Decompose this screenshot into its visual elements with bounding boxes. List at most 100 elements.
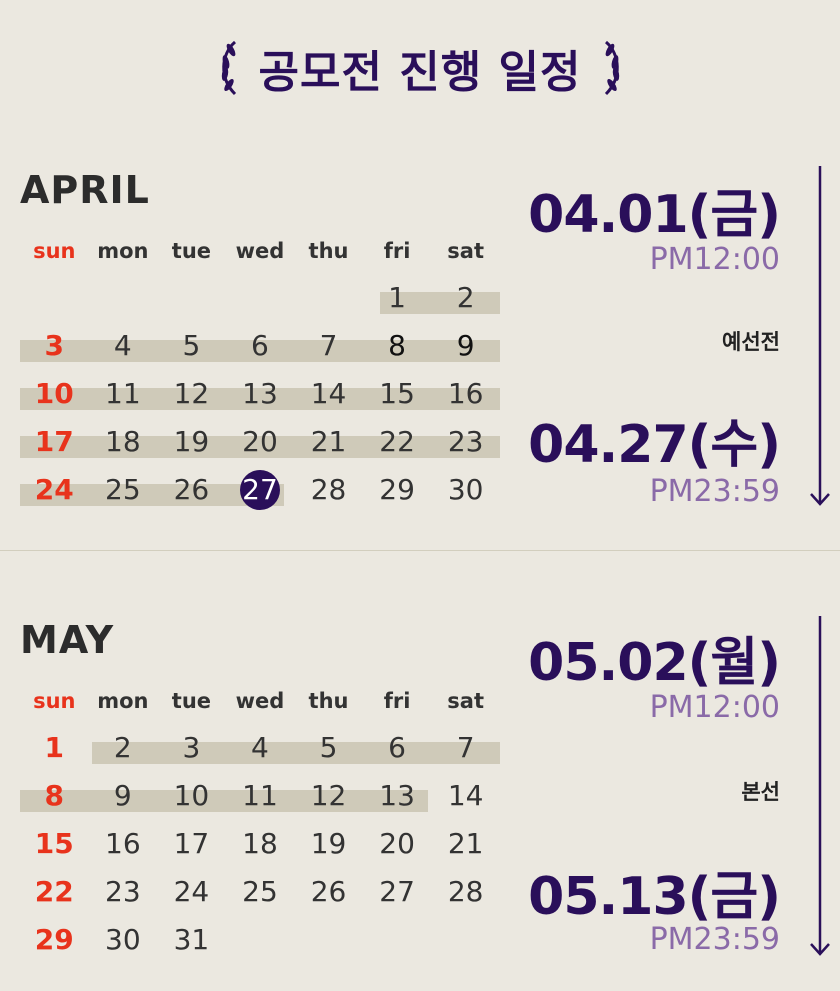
- day-cell[interactable]: 10: [20, 374, 89, 414]
- calendar-april: sun mon tue wed thu fri sat 1 2 3 4 5 6 …: [20, 228, 500, 514]
- day-cell[interactable]: 24: [20, 470, 89, 510]
- day-cell[interactable]: 20: [226, 422, 295, 462]
- day-cell[interactable]: 19: [157, 422, 226, 462]
- day-cell[interactable]: [157, 278, 226, 318]
- weekday-mon: mon: [97, 689, 149, 713]
- day-cell[interactable]: 29: [20, 920, 89, 960]
- day-cell[interactable]: 6: [226, 326, 295, 366]
- day-cell[interactable]: 13: [226, 374, 295, 414]
- day-cell: [431, 920, 500, 960]
- calendar-week: 15 16 17 18 19 20 21: [20, 820, 500, 868]
- day-cell[interactable]: 28: [294, 470, 363, 510]
- day-cell[interactable]: 19: [294, 824, 363, 864]
- day-cell[interactable]: 17: [157, 824, 226, 864]
- day-cell[interactable]: [294, 278, 363, 318]
- day-cell[interactable]: 20: [363, 824, 432, 864]
- day-cell[interactable]: 21: [431, 824, 500, 864]
- day-cell[interactable]: 8: [363, 326, 432, 366]
- day-cell[interactable]: 17: [20, 422, 89, 462]
- deadline-marker: 27: [239, 470, 280, 510]
- day-cell[interactable]: 21: [294, 422, 363, 462]
- calendar-week: 17 18 19 20 21 22 23: [20, 418, 500, 466]
- calendar-week: 22 23 24 25 26 27 28: [20, 868, 500, 916]
- day-cell[interactable]: 25: [89, 470, 158, 510]
- day-cell[interactable]: 18: [226, 824, 295, 864]
- calendar-may: sun mon tue wed thu fri sat 1 2 3 4 5 6 …: [20, 678, 500, 964]
- calendar-week: 24 25 26 27 28 29 30: [20, 466, 500, 514]
- day-cell[interactable]: 23: [89, 872, 158, 912]
- day-cell[interactable]: 15: [20, 824, 89, 864]
- calendar-week: 10 11 12 13 14 15 16: [20, 370, 500, 418]
- weekday-sat: sat: [447, 239, 485, 263]
- day-cell[interactable]: 5: [294, 728, 363, 768]
- day-cell[interactable]: 28: [431, 872, 500, 912]
- day-cell[interactable]: 26: [157, 470, 226, 510]
- day-cell[interactable]: 6: [363, 728, 432, 768]
- day-cell[interactable]: 3: [157, 728, 226, 768]
- calendar-week: 1 2: [20, 274, 500, 322]
- day-cell[interactable]: 22: [363, 422, 432, 462]
- day-cell[interactable]: 5: [157, 326, 226, 366]
- day-cell[interactable]: [20, 278, 89, 318]
- day-cell[interactable]: 7: [294, 326, 363, 366]
- day-cell[interactable]: 14: [294, 374, 363, 414]
- calendar-week: 8 9 10 11 12 13 14: [20, 772, 500, 820]
- day-cell[interactable]: 14: [431, 776, 500, 816]
- section-divider: [0, 550, 840, 551]
- day-cell[interactable]: 12: [157, 374, 226, 414]
- day-cell[interactable]: 11: [89, 374, 158, 414]
- day-cell[interactable]: [226, 278, 295, 318]
- day-cell[interactable]: 9: [89, 776, 158, 816]
- day-cell[interactable]: 9: [431, 326, 500, 366]
- day-cell[interactable]: 10: [157, 776, 226, 816]
- weekday-sat: sat: [447, 689, 485, 713]
- page-header: 공모전 진행 일정: [0, 36, 840, 100]
- day-cell[interactable]: 8: [20, 776, 89, 816]
- day-cell[interactable]: 26: [294, 872, 363, 912]
- weekday-thu: thu: [308, 239, 349, 263]
- day-cell[interactable]: 18: [89, 422, 158, 462]
- arrow-down-icon: [810, 166, 830, 506]
- stage-label: 예선전: [722, 330, 780, 354]
- day-cell[interactable]: 24: [157, 872, 226, 912]
- day-cell[interactable]: 30: [431, 470, 500, 510]
- day-cell[interactable]: 3: [20, 326, 89, 366]
- day-cell[interactable]: 2: [431, 278, 500, 318]
- day-cell[interactable]: 13: [363, 776, 432, 816]
- weekday-sun: sun: [33, 689, 76, 713]
- weekday-sun: sun: [33, 239, 76, 263]
- day-cell[interactable]: 1: [20, 728, 89, 768]
- day-cell[interactable]: 16: [431, 374, 500, 414]
- day-cell[interactable]: 4: [89, 326, 158, 366]
- day-cell[interactable]: 7: [431, 728, 500, 768]
- day-cell[interactable]: 23: [431, 422, 500, 462]
- day-cell[interactable]: 15: [363, 374, 432, 414]
- month-title-may: MAY: [20, 618, 115, 662]
- weekday-header: sun mon tue wed thu fri sat: [20, 228, 500, 274]
- day-cell[interactable]: 2: [89, 728, 158, 768]
- weekday-wed: wed: [235, 689, 285, 713]
- weekday-fri: fri: [383, 689, 411, 713]
- day-cell[interactable]: [89, 278, 158, 318]
- april-section: APRIL sun mon tue wed thu fri sat 1 2 3 …: [0, 160, 840, 550]
- day-cell[interactable]: 12: [294, 776, 363, 816]
- laurel-right-icon: [604, 40, 619, 96]
- day-cell[interactable]: 16: [89, 824, 158, 864]
- day-cell: [363, 920, 432, 960]
- day-cell[interactable]: 11: [226, 776, 295, 816]
- start-time: PM12:00: [649, 242, 780, 277]
- arrow-down-icon: [810, 616, 830, 956]
- day-cell[interactable]: 25: [226, 872, 295, 912]
- day-cell[interactable]: 27: [363, 872, 432, 912]
- stage-label: 본선: [741, 780, 780, 804]
- weekday-thu: thu: [308, 689, 349, 713]
- end-date: 05.13(금): [528, 867, 781, 927]
- day-cell[interactable]: 4: [226, 728, 295, 768]
- day-cell-deadline[interactable]: 27: [226, 470, 295, 510]
- end-time: PM23:59: [649, 922, 780, 957]
- day-cell[interactable]: 31: [157, 920, 226, 960]
- day-cell[interactable]: 30: [89, 920, 158, 960]
- day-cell[interactable]: 22: [20, 872, 89, 912]
- day-cell[interactable]: 29: [363, 470, 432, 510]
- day-cell[interactable]: 1: [363, 278, 432, 318]
